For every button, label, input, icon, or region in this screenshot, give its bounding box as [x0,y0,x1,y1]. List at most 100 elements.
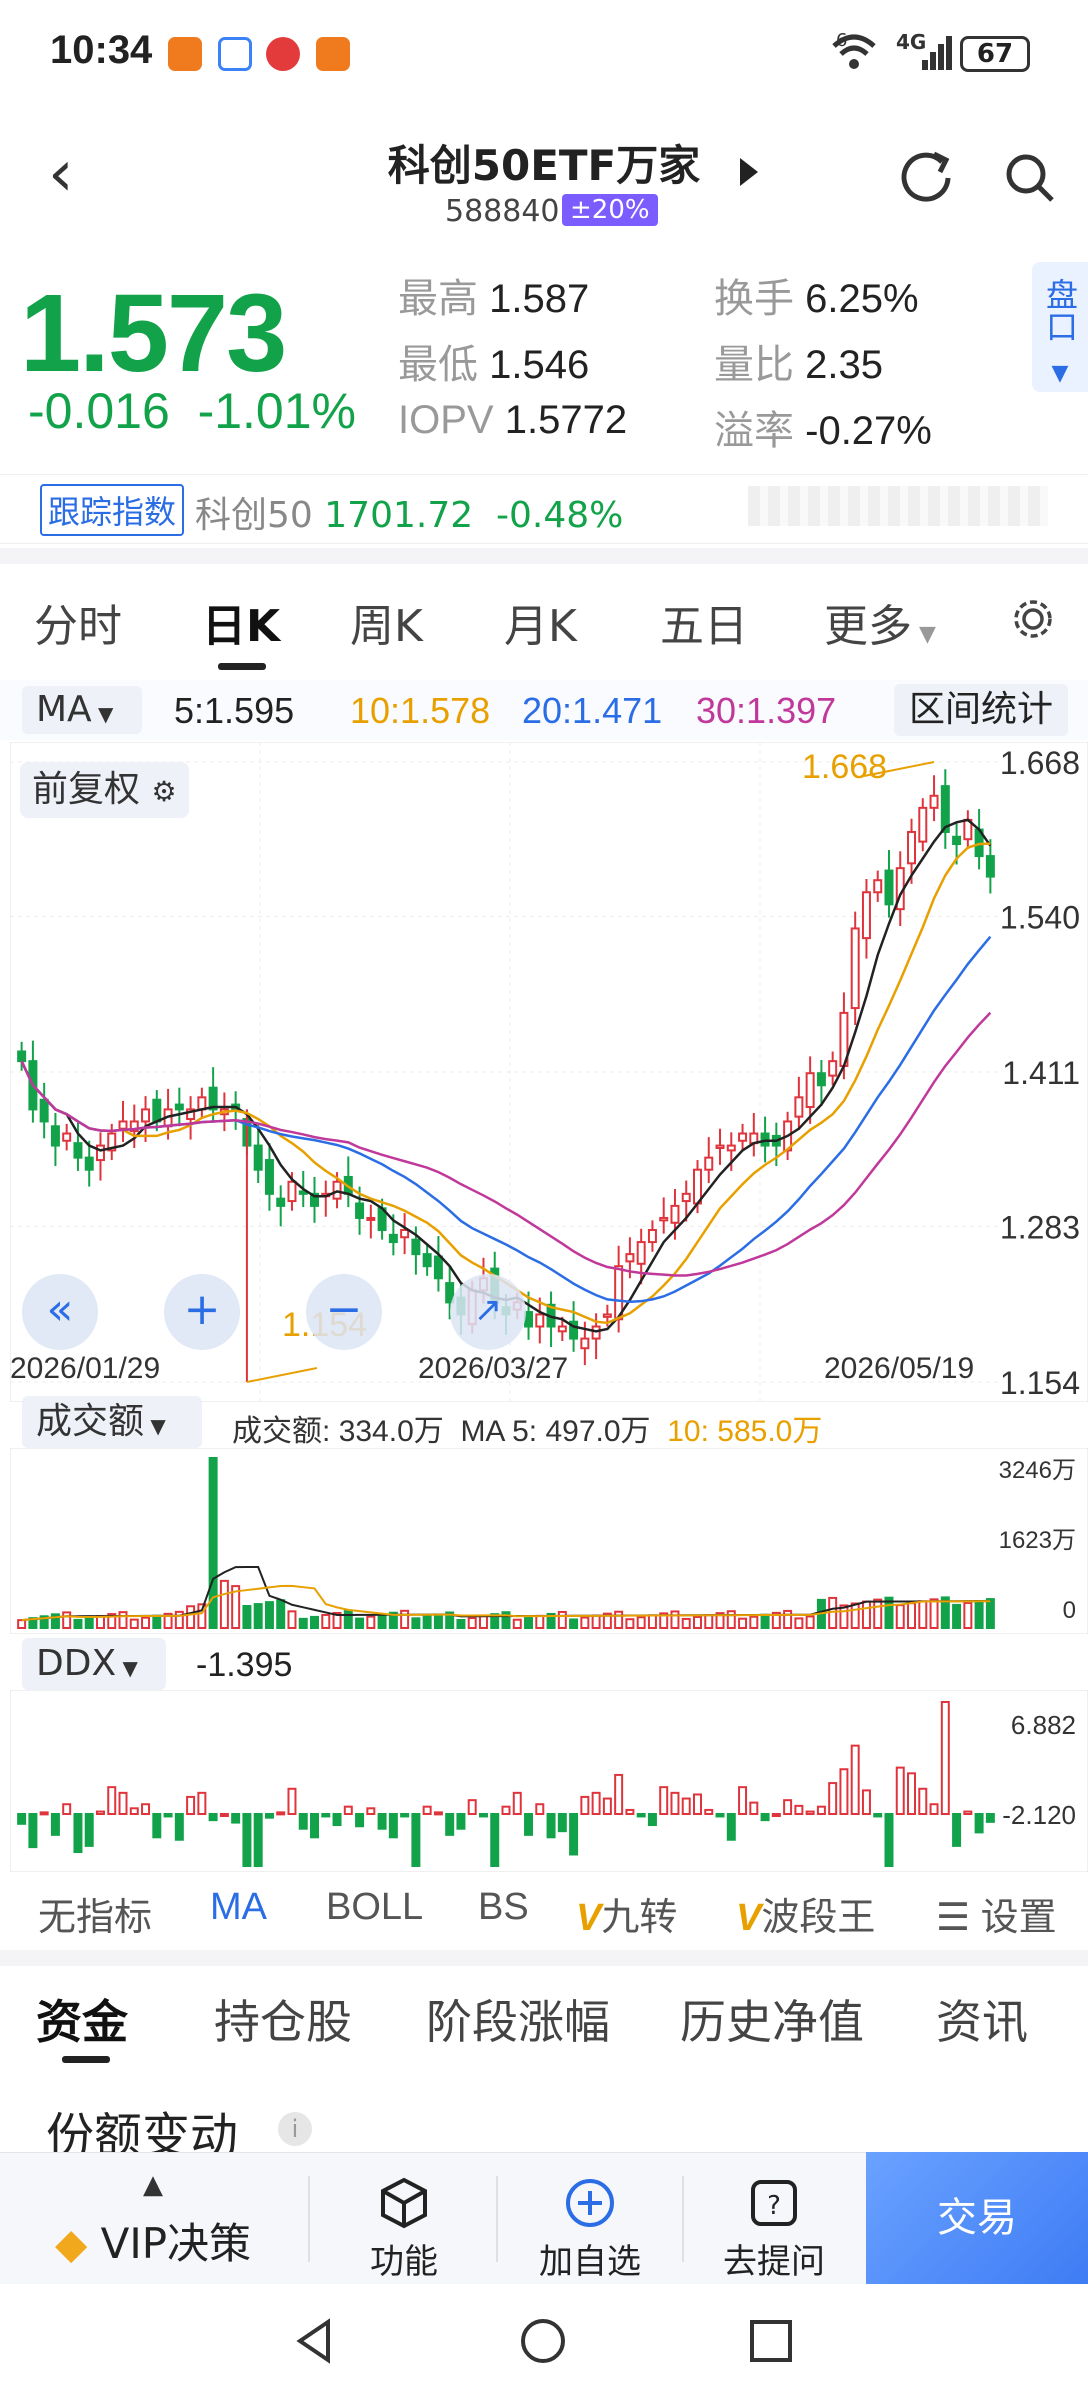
volume-bar [355,1617,365,1629]
blurred-area [748,486,1048,526]
ddx-bar [985,1813,995,1823]
ddx-bar [186,1795,196,1815]
candle [659,1216,669,1222]
ddx-bar [62,1803,72,1816]
gear-icon: ⚙ [151,775,177,808]
ddx-value: -1.395 [196,1646,293,1684]
ddx-bar [197,1791,207,1816]
volume-chart[interactable]: 3246万 1623万 0 [10,1448,1088,1634]
ddx-selector[interactable]: DDX ▼ [22,1638,166,1690]
indicator-bs[interactable]: BS [478,1886,529,1929]
volume-label: 成交额: [232,1415,331,1448]
ma-selector[interactable]: MA ▼ [22,686,142,734]
function-button[interactable]: 功能 [312,2152,496,2284]
candle [276,1197,286,1207]
ddx-bar [940,1701,950,1815]
tab-five-day[interactable]: 五日 [660,590,748,654]
add-watchlist-button[interactable]: 加自选 [498,2152,682,2284]
indicator-boll[interactable]: BOLL [326,1886,423,1929]
indicator-none[interactable]: 无指标 [38,1886,152,1941]
trade-button[interactable]: 交易 [866,2152,1088,2284]
ddx-selector-label: DDX [36,1643,117,1684]
ddx-bar [377,1813,387,1830]
ddx-bar [726,1813,736,1841]
tab-weekly-k[interactable]: 周K [350,590,423,654]
tab-intraday[interactable]: 分时 [34,590,122,654]
ask-button[interactable]: ? 去提问 [684,2152,864,2284]
volume-bar [985,1598,995,1630]
limit-badge: ±20% [562,194,658,226]
volume-bar [242,1605,252,1629]
ddx-bar [816,1805,826,1815]
ddx-bar [219,1813,229,1817]
zoom-out-icon[interactable]: − [306,1274,382,1350]
indicator-settings[interactable]: ☰ 设置 [936,1886,1057,1941]
adjust-mode-button[interactable]: 前复权 ⚙ [20,762,189,818]
pankou-button[interactable]: 盘口 ▼ [1032,262,1088,392]
gear-icon[interactable] [1010,596,1056,642]
volume-bar [478,1615,488,1630]
volume-bar [152,1614,162,1630]
volume-bar [276,1599,286,1629]
ddx-bar [310,1813,319,1839]
candle [84,1156,94,1171]
volume-bar [62,1611,72,1629]
refresh-icon[interactable] [898,148,954,204]
volume-bar [310,1615,319,1630]
search-icon[interactable] [1002,150,1058,206]
scroll-left-icon[interactable]: « [22,1274,98,1350]
vip-label-row: ◆ VIP决策 [0,2210,306,2271]
tab-daily-k[interactable]: 日K [202,590,280,654]
info-icon[interactable]: i [278,2112,312,2146]
active-tab-indicator [62,2056,110,2063]
tracking-index[interactable]: 科创50 1701.72 -0.48% [195,486,623,538]
diamond-icon: ◆ [54,2219,88,2268]
candle [355,1202,365,1219]
indicator-ma[interactable]: MA [210,1886,267,1929]
volume-bar [681,1617,691,1630]
ddx-bar [400,1813,410,1818]
tab-nav-history[interactable]: 历史净值 [680,1986,864,2052]
iopv-value: 1.5772 [504,398,628,442]
app-notification-icon-2 [316,37,350,71]
fund-code: 588840 [445,194,560,229]
tab-holdings[interactable]: 持仓股 [214,1986,352,2052]
zoom-in-icon[interactable]: + [164,1274,240,1350]
tab-news[interactable]: 资讯 [936,1986,1028,2052]
next-fund-icon[interactable] [740,158,758,186]
tab-more[interactable]: 更多 ▼ [824,590,936,654]
ddx-bar [467,1799,477,1815]
tab-funds[interactable]: 资金 [36,1986,128,2052]
candle [625,1253,635,1263]
volume-bar [253,1603,263,1630]
ddx-bar [963,1810,973,1815]
ddx-bar [152,1813,162,1839]
nav-recents-icon[interactable] [746,2316,796,2366]
indicator-boduanwang[interactable]: V波段王 [736,1886,875,1941]
high-row: 最高 1.587 [398,266,589,324]
volume-info: 成交额: 334.0万 MA 5: 497.0万 10: 585.0万 [232,1406,822,1450]
tab-period-change[interactable]: 阶段涨幅 [426,1986,610,2052]
ddx-chart[interactable]: 6.882 -2.120 [10,1690,1088,1872]
ddx-bar [366,1807,376,1815]
expand-icon[interactable]: ↗ [450,1274,526,1350]
ddx-bar [636,1813,646,1818]
volume-bar [794,1617,804,1629]
candle [861,891,871,940]
ma10-line [20,842,991,1325]
candle [884,869,894,906]
turnover-value: 6.25% [805,277,919,321]
volume-selector[interactable]: 成交额 ▼ [22,1396,202,1448]
tab-monthly-k[interactable]: 月K [504,590,577,654]
ddx-bar [535,1803,545,1816]
vip-decision-button[interactable]: ▲ ◆ VIP决策 [0,2152,306,2284]
pankou-label: 盘口 [1041,278,1079,342]
v-mark-icon: V [576,1897,602,1939]
iopv-label: IOPV [398,398,494,442]
ddx-bar [693,1793,702,1816]
nav-home-icon[interactable] [518,2316,568,2366]
interval-stats-button[interactable]: 区间统计 [894,684,1068,736]
ma5-line [20,818,992,1333]
nav-back-icon[interactable] [290,2316,340,2366]
indicator-jiuzhuan[interactable]: V九转 [576,1886,677,1941]
